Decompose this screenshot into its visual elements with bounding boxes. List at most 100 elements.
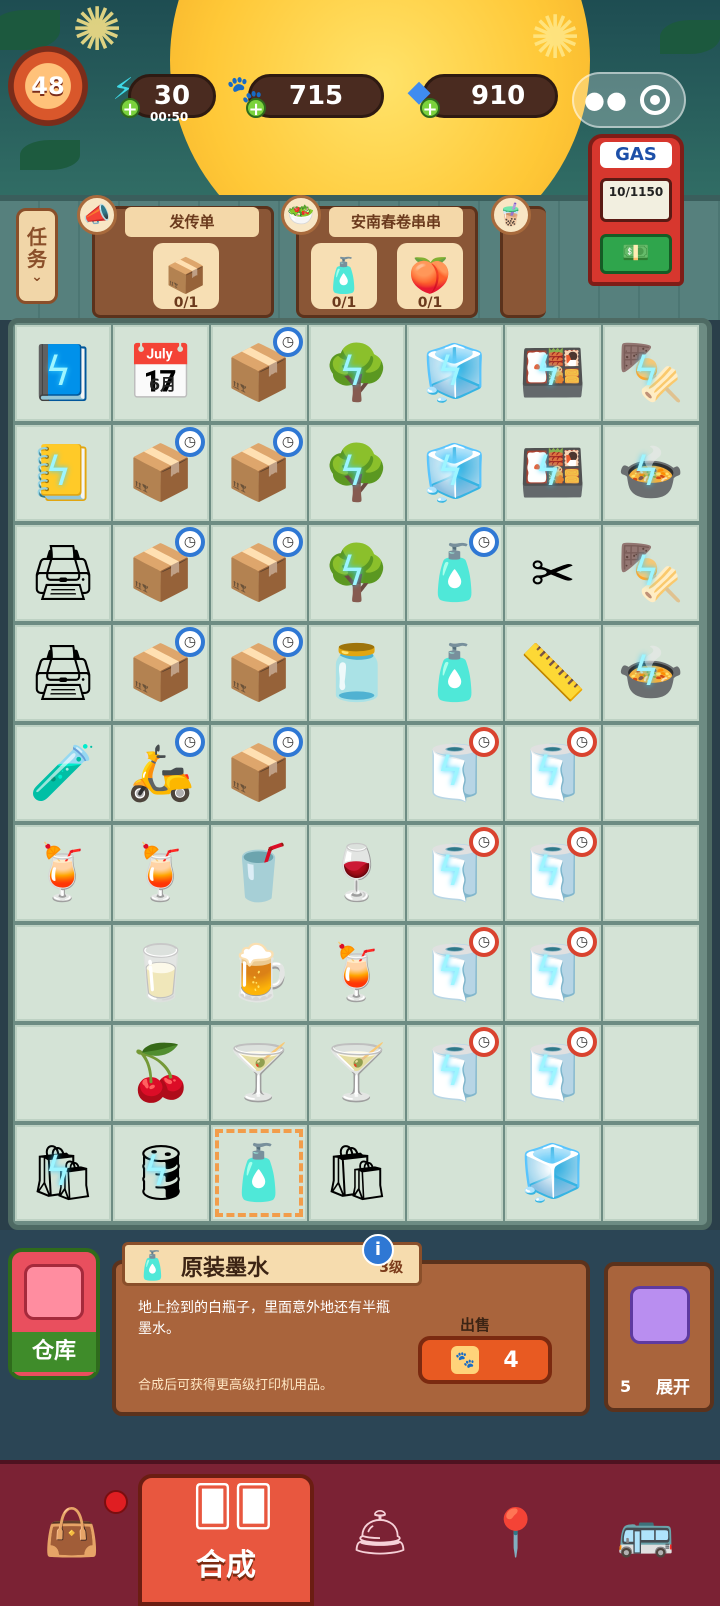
- empty-board-cell[interactable]: [15, 1025, 111, 1121]
- lightning-lock-icon: ϟ: [143, 1149, 170, 1195]
- lightning-lock-icon: ϟ: [535, 449, 562, 495]
- board-cell[interactable]: 🧻 ϟ ◷: [407, 925, 503, 1021]
- board-cell[interactable]: 🧻 ϟ ◷: [505, 925, 601, 1021]
- expand-button[interactable]: 5 展开: [604, 1262, 714, 1412]
- board-cell[interactable]: 🧻 ϟ ◷: [407, 725, 503, 821]
- empty-board-cell[interactable]: [603, 725, 699, 821]
- leaf-decoration: [20, 140, 80, 170]
- more-dots-icon[interactable]: ●●: [584, 86, 628, 114]
- board-cell[interactable]: 🍹: [309, 925, 405, 1021]
- board-cell[interactable]: 🧻 ϟ ◷: [505, 725, 601, 821]
- order-card[interactable]: 📣 发传单 📦 0/1: [77, 195, 274, 318]
- close-target-icon[interactable]: [640, 85, 670, 115]
- board-cell[interactable]: 📦 ◷: [211, 325, 307, 421]
- board-cell[interactable]: 🛢 ϟ: [113, 1125, 209, 1221]
- board-cell[interactable]: 📦 ◷: [113, 625, 209, 721]
- board-cell[interactable]: 🌳 ϟ: [309, 525, 405, 621]
- lightning-lock-icon: ϟ: [339, 349, 366, 395]
- board-cell[interactable]: 📅 6月: [113, 325, 209, 421]
- board-cell[interactable]: 🫙: [309, 625, 405, 721]
- order-slot[interactable]: 📦 0/1: [153, 243, 219, 311]
- board-cell[interactable]: 🖨: [15, 625, 111, 721]
- board-cell[interactable]: 🧻 ϟ ◷: [407, 825, 503, 921]
- tasks-tab[interactable]: 任 务 ⌄: [16, 208, 58, 304]
- board-cell[interactable]: 🧊: [505, 1125, 601, 1221]
- board-cell[interactable]: 🍲 ϟ: [603, 425, 699, 521]
- empty-board-cell[interactable]: [603, 1125, 699, 1221]
- timer-clock-icon: ◷: [469, 1027, 499, 1057]
- board-cell[interactable]: 🍱 ϟ: [505, 325, 601, 421]
- board-cell[interactable]: 🍹: [113, 825, 209, 921]
- board-cell[interactable]: 📒 ϟ: [15, 425, 111, 521]
- nav-bell-icon[interactable]: 🛎: [330, 1482, 430, 1582]
- board-cell[interactable]: 🍱 ϟ: [505, 425, 601, 521]
- ink-bottle-icon: 🧴: [135, 1249, 170, 1282]
- nav-merge-tab[interactable]: 🂠🂠 合成: [138, 1474, 314, 1606]
- gem-counter[interactable]: 910: [422, 74, 558, 118]
- warehouse-button[interactable]: 仓库: [8, 1248, 100, 1380]
- board-cell[interactable]: 🧴 ◷: [407, 525, 503, 621]
- board-cell[interactable]: 🍸: [211, 1025, 307, 1121]
- nav-map-pin-icon[interactable]: 📍: [466, 1482, 566, 1582]
- board-cell[interactable]: 🧻 ϟ ◷: [505, 825, 601, 921]
- board-cell[interactable]: 🧊 ϟ: [407, 325, 503, 421]
- board-cell[interactable]: 🍷: [309, 825, 405, 921]
- coin-counter[interactable]: 715: [248, 74, 384, 118]
- board-cell[interactable]: 📏: [505, 625, 601, 721]
- board-cell[interactable]: 🧴: [407, 625, 503, 721]
- lightning-lock-icon: ϟ: [437, 449, 464, 495]
- sell-button[interactable]: 🐾 4: [418, 1336, 552, 1384]
- board-cell[interactable]: 🍲 ϟ: [603, 625, 699, 721]
- board-cell[interactable]: 🧻 ϟ ◷: [505, 1025, 601, 1121]
- info-icon[interactable]: i: [362, 1234, 394, 1266]
- order-card[interactable]: 🧋: [491, 195, 546, 318]
- board-cell[interactable]: 🍺: [211, 925, 307, 1021]
- order-slot-count: 0/1: [331, 295, 357, 311]
- empty-board-cell[interactable]: [15, 925, 111, 1021]
- mini-program-capsule[interactable]: ●●: [572, 72, 686, 128]
- board-cell[interactable]: 🍸: [309, 1025, 405, 1121]
- player-level-badge[interactable]: 48: [8, 46, 88, 126]
- merge-label: 合成: [196, 1548, 256, 1583]
- board-cell[interactable]: 🌳 ϟ: [309, 425, 405, 521]
- board-cell[interactable]: 📦 ◷: [211, 525, 307, 621]
- board-cell[interactable]: 🥤: [211, 825, 307, 921]
- empty-board-cell[interactable]: [407, 1125, 503, 1221]
- board-cell[interactable]: 📦 ◷: [113, 425, 209, 521]
- board-cell[interactable]: 🧊 ϟ: [407, 425, 503, 521]
- board-cell[interactable]: 📦 ◷: [211, 625, 307, 721]
- add-coins-icon[interactable]: +: [246, 98, 266, 120]
- lightning-lock-icon: ϟ: [535, 1049, 562, 1095]
- board-cell[interactable]: ✂: [505, 525, 601, 621]
- empty-board-cell[interactable]: [603, 925, 699, 1021]
- empty-board-cell[interactable]: [603, 825, 699, 921]
- board-cell[interactable]: 🍢 ϟ: [603, 325, 699, 421]
- gas-pump[interactable]: GAS 10/1150 💵: [588, 134, 684, 286]
- nav-bus-icon[interactable]: 🚌: [596, 1482, 696, 1582]
- board-cell[interactable]: 🛍: [309, 1125, 405, 1221]
- order-slot[interactable]: 🍑 0/1: [397, 243, 463, 311]
- copper-mug-icon: 🍺: [225, 941, 293, 1004]
- board-cell[interactable]: 🍹: [15, 825, 111, 921]
- board-cell[interactable]: 📦 ◷: [113, 525, 209, 621]
- board-cell[interactable]: 🥛: [113, 925, 209, 1021]
- board-cell[interactable]: 🍢 ϟ: [603, 525, 699, 621]
- board-cell[interactable]: 🛵 ◷: [113, 725, 209, 821]
- empty-board-cell[interactable]: [309, 725, 405, 821]
- board-cell[interactable]: 📘 ϟ: [15, 325, 111, 421]
- add-energy-icon[interactable]: +: [120, 98, 140, 120]
- order-slot[interactable]: 🧴 0/1: [311, 243, 377, 311]
- board-cell[interactable]: 🍒: [113, 1025, 209, 1121]
- board-cell[interactable]: 🧪: [15, 725, 111, 821]
- order-card[interactable]: 🥗 安南春卷串串 🧴 0/1 🍑 0/1: [281, 195, 478, 318]
- board-cell[interactable]: 🌳 ϟ: [309, 325, 405, 421]
- board-cell[interactable]: 📦 ◷: [211, 425, 307, 521]
- board-cell[interactable]: 🧻 ϟ ◷: [407, 1025, 503, 1121]
- board-cell[interactable]: 🖨: [15, 525, 111, 621]
- expand-label: 展开: [656, 1378, 690, 1398]
- empty-board-cell[interactable]: [603, 1025, 699, 1121]
- board-cell[interactable]: 🛍 ϟ: [15, 1125, 111, 1221]
- board-cell[interactable]: 📦 ◷: [211, 725, 307, 821]
- board-cell[interactable]: 🧴: [211, 1125, 307, 1221]
- add-gems-icon[interactable]: +: [420, 98, 440, 120]
